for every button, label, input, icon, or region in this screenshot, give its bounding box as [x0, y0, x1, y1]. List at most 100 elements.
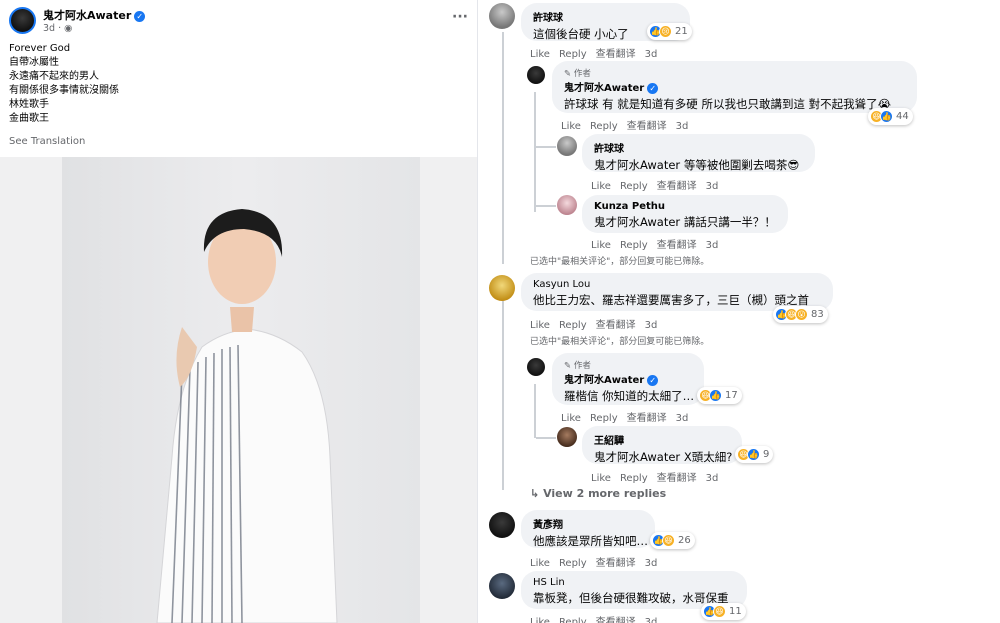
commenter-name[interactable]: HS Lin [533, 577, 735, 588]
photo-figure [156, 209, 338, 623]
comment-time[interactable]: 3d [706, 240, 719, 251]
commenter-avatar[interactable] [557, 136, 577, 156]
comment-bubble: 王紹驊 鬼才阿水Awater X頭太細? [582, 426, 742, 464]
view-more-replies-button[interactable]: ↳ View 2 more replies [530, 487, 666, 500]
commenter-name[interactable]: 許球球 [533, 9, 678, 24]
comment-time[interactable]: 3d [645, 49, 658, 60]
comment-actions: Like Reply 查看翻译 3d [591, 177, 727, 192]
translate-link[interactable]: 查看翻译 [596, 320, 636, 331]
post-text: Forever God 自帶冰屬性 永遠痛不起來的男人 有關係很多事情就沒關係 … [9, 42, 119, 126]
reaction-badge[interactable]: 😆 👍 17 [697, 387, 742, 404]
reply-button[interactable]: Reply [590, 413, 618, 424]
translate-link[interactable]: 查看翻译 [657, 181, 697, 192]
translate-link[interactable]: 查看翻译 [596, 617, 636, 623]
commenter-avatar[interactable] [527, 66, 545, 84]
like-button[interactable]: Like [530, 617, 550, 623]
reply-button[interactable]: Reply [559, 558, 587, 569]
reaction-badge[interactable]: 👍 😢 21 [647, 23, 692, 40]
reaction-count: 11 [729, 606, 742, 617]
thread-line [534, 384, 536, 438]
like-button[interactable]: Like [561, 121, 581, 132]
translate-link[interactable]: 查看翻译 [596, 49, 636, 60]
translate-link[interactable]: 查看翻译 [657, 473, 697, 484]
commenter-name[interactable]: Kunza Pethu [594, 201, 776, 212]
comment-actions: Like Reply 查看翻译 3d [591, 236, 727, 251]
comment-time[interactable]: 3d [645, 617, 658, 623]
reaction-count: 26 [678, 535, 691, 546]
like-reaction-icon: 👍 [880, 110, 893, 123]
like-button[interactable]: Like [591, 181, 611, 192]
comment-time[interactable]: 3d [676, 121, 689, 132]
thread-line [502, 300, 504, 490]
post-line: 自帶冰屬性 [9, 57, 59, 68]
like-button[interactable]: Like [530, 320, 550, 331]
comment-actions: Like Reply 查看翻译 3d [530, 613, 666, 623]
comment-actions: Like Reply 查看翻译 3d [561, 117, 697, 132]
translate-link[interactable]: 查看翻译 [627, 413, 667, 424]
comment-actions: Like Reply 查看翻译 3d [561, 409, 697, 424]
author-avatar[interactable] [9, 7, 36, 34]
reply-arrow-icon: ↳ [530, 487, 540, 500]
commenter-avatar[interactable] [557, 195, 577, 215]
comment-actions: Like Reply 查看翻译 3d [591, 469, 727, 484]
commenter-avatar[interactable] [557, 427, 577, 447]
commenter-avatar[interactable] [527, 358, 545, 376]
see-translation-link[interactable]: See Translation [9, 136, 85, 147]
commenter-name[interactable]: 黃彥翔 [533, 516, 643, 531]
post-author[interactable]: 鬼才阿水Awater ✓ [43, 7, 146, 23]
reply-button[interactable]: Reply [559, 320, 587, 331]
post-line: 永遠痛不起來的男人 [9, 71, 99, 82]
commenter-name[interactable]: 許球球 [594, 140, 803, 155]
reaction-badge[interactable]: 😆 👍 9 [735, 446, 774, 463]
reaction-badge[interactable]: 👍 😆 11 [701, 603, 746, 620]
reply-button[interactable]: Reply [559, 49, 587, 60]
comment-text: 鬼才阿水Awater X頭太細? [594, 450, 733, 464]
reply-button[interactable]: Reply [620, 181, 648, 192]
comment-bubble: ✎ 作者 鬼才阿水Awater ✓ 羅楷信 你知道的太細了… [552, 353, 704, 405]
like-button[interactable]: Like [591, 240, 611, 251]
comment-time[interactable]: 3d [706, 473, 719, 484]
verified-icon: ✓ [647, 82, 659, 94]
comment-time[interactable]: 3d [645, 558, 658, 569]
commenter-name[interactable]: 鬼才阿水Awater ✓ [564, 79, 905, 94]
comment-actions: Like Reply 查看翻译 3d [530, 316, 666, 331]
translate-link[interactable]: 查看翻译 [627, 121, 667, 132]
post-panel: 鬼才阿水Awater ✓ 3d · ◉ ··· Forever God 自帶冰屬性… [0, 0, 477, 623]
like-reaction-icon: 👍 [709, 389, 722, 402]
cry-reaction-icon: 😢 [659, 25, 672, 38]
commenter-name[interactable]: 王紹驊 [594, 432, 730, 447]
comment-text: 他應該是眾所皆知吧… [533, 534, 648, 548]
reply-button[interactable]: Reply [620, 240, 648, 251]
reply-button[interactable]: Reply [620, 473, 648, 484]
like-reaction-icon: 👍 [747, 448, 760, 461]
commenter-avatar[interactable] [489, 275, 515, 301]
comment-time[interactable]: 3d [645, 320, 658, 331]
like-button[interactable]: Like [530, 49, 550, 60]
reply-button[interactable]: Reply [559, 617, 587, 623]
post-time[interactable]: 3d · ◉ [43, 23, 72, 34]
pen-icon: ✎ [564, 69, 572, 79]
comment-time[interactable]: 3d [706, 181, 719, 192]
commenter-avatar[interactable] [489, 512, 515, 538]
like-button[interactable]: Like [561, 413, 581, 424]
reaction-badge[interactable]: 👍 😆 😮 83 [773, 306, 828, 323]
reply-button[interactable]: Reply [590, 121, 618, 132]
comment-bubble: 黃彥翔 他應該是眾所皆知吧… [521, 510, 655, 548]
commenter-avatar[interactable] [489, 573, 515, 599]
comment-text: 鬼才阿水Awater 等等被他圍剿去喝茶😎 [594, 158, 800, 172]
commenter-avatar[interactable] [489, 3, 515, 29]
like-button[interactable]: Like [591, 473, 611, 484]
comment-time[interactable]: 3d [676, 413, 689, 424]
commenter-name[interactable]: 鬼才阿水Awater ✓ [564, 371, 692, 386]
post-photo[interactable] [0, 157, 477, 623]
comment-actions: Like Reply 查看翻译 3d [530, 45, 666, 60]
commenter-name[interactable]: Kasyun Lou [533, 279, 821, 290]
reaction-badge[interactable]: 👍 😆 26 [650, 532, 695, 549]
translate-link[interactable]: 查看翻译 [596, 558, 636, 569]
translate-link[interactable]: 查看翻译 [657, 240, 697, 251]
verified-icon: ✓ [647, 374, 659, 386]
reaction-badge[interactable]: 😆 👍 44 [868, 108, 913, 125]
more-options-icon[interactable]: ··· [452, 9, 468, 25]
comment-text: 許球球 有 就是知道有多硬 所以我也只敢講到這 對不起我聳了😭 [564, 97, 892, 111]
like-button[interactable]: Like [530, 558, 550, 569]
